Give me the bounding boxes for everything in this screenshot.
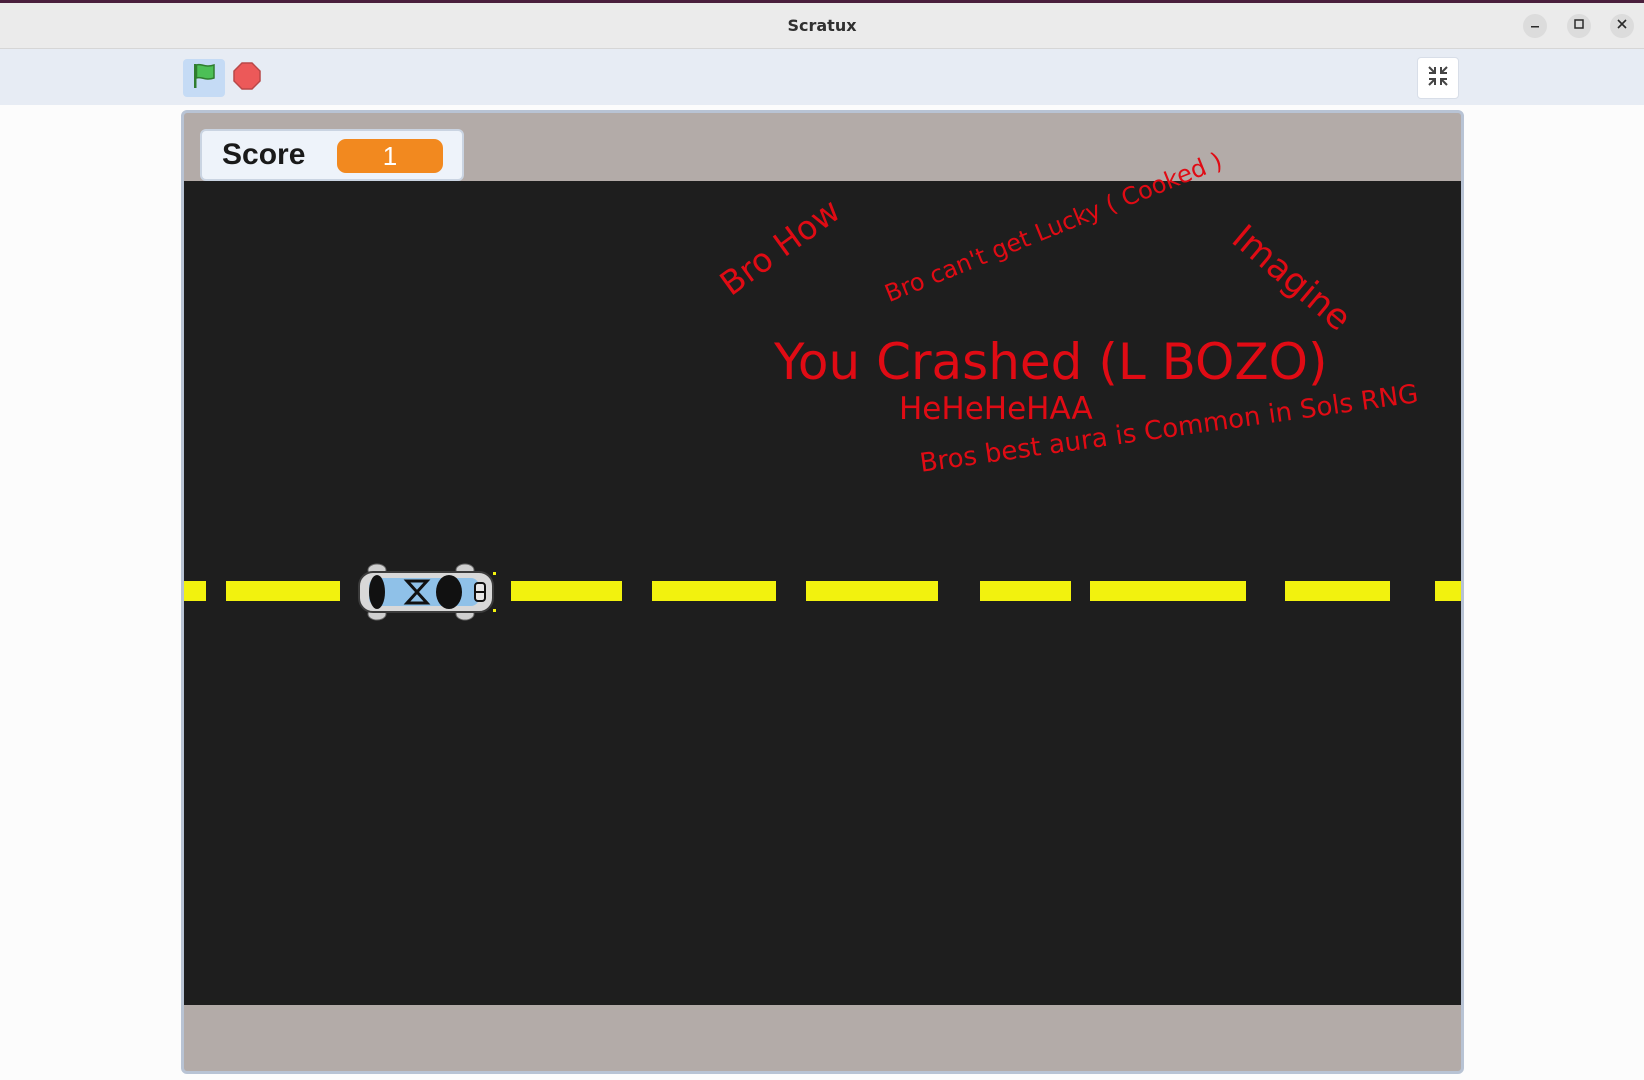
maximize-icon [1573, 18, 1585, 34]
score-monitor[interactable]: Score 1 [200, 129, 464, 181]
minimize-icon [1529, 18, 1541, 34]
lane-dash [184, 581, 206, 601]
score-label: Score [222, 138, 306, 171]
close-icon [1616, 18, 1628, 34]
green-flag-icon [189, 61, 219, 95]
lane-dash [980, 581, 1071, 601]
lane-dash [1285, 581, 1390, 601]
title-bar[interactable]: Scratux [0, 3, 1644, 49]
green-flag-button[interactable] [183, 59, 225, 97]
lane-dash [511, 581, 622, 601]
player-toolbar [0, 49, 1644, 105]
exit-fullscreen-button[interactable] [1417, 57, 1459, 99]
stop-button[interactable] [232, 62, 262, 94]
lane-dash [226, 581, 340, 601]
exit-fullscreen-icon [1426, 64, 1450, 92]
lane-dash [1435, 581, 1461, 601]
maximize-button[interactable] [1567, 14, 1591, 38]
car-sprite[interactable] [355, 563, 499, 621]
message-crashed: You Crashed (L BOZO) [774, 333, 1328, 391]
lane-dash [652, 581, 776, 601]
stage[interactable]: Bro How Bro can't get Lucky ( Cooked ) I… [181, 110, 1464, 1074]
message-laugh: HeHeHeHAA [899, 391, 1093, 427]
score-value: 1 [337, 139, 443, 173]
close-button[interactable] [1610, 14, 1634, 38]
minimize-button[interactable] [1523, 14, 1547, 38]
lane-dash [1090, 581, 1246, 601]
stop-sign-icon [233, 62, 261, 94]
lane-dash [806, 581, 938, 601]
window-title: Scratux [787, 16, 857, 35]
